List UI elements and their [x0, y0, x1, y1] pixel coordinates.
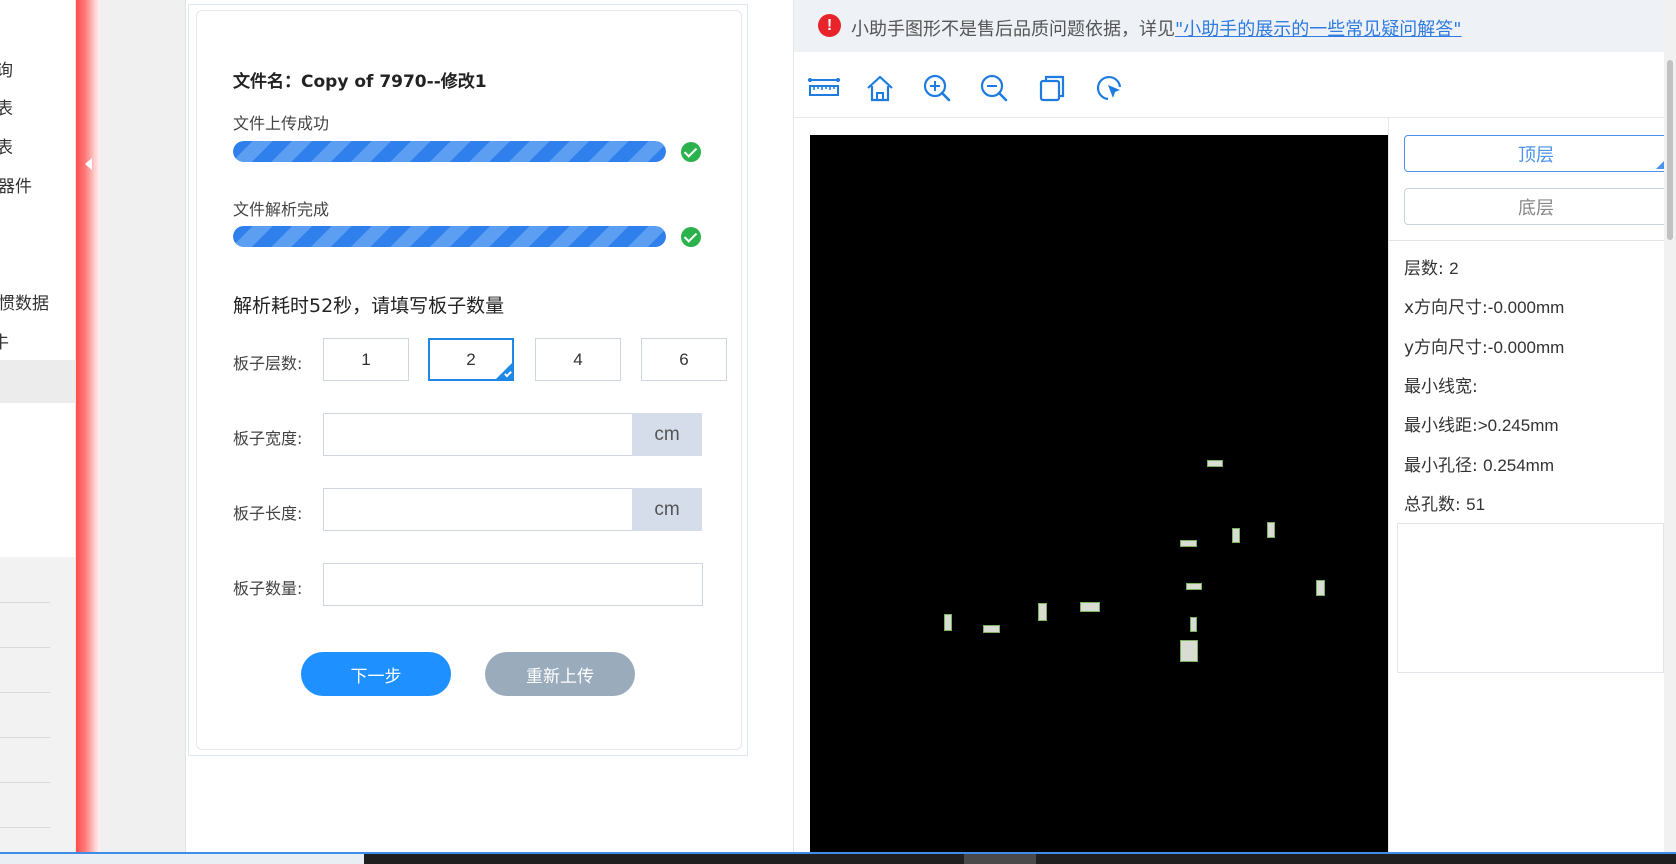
warning-icon: ! [818, 14, 841, 37]
sidebar-collapse-handle[interactable] [76, 0, 100, 854]
zoom-out-icon[interactable] [976, 70, 1012, 106]
width-unit: cm [632, 413, 702, 456]
board-pad [1180, 640, 1198, 662]
stat-value: -0.000mm [1487, 298, 1565, 317]
pointer-icon[interactable] [1091, 70, 1127, 106]
stat-x-size: x方向尺寸:-0.000mm [1404, 293, 1564, 318]
scrollbar-thumb[interactable] [1667, 60, 1673, 240]
stat-min-width: 最小线宽: [1404, 372, 1478, 397]
faq-link[interactable]: "小助手的展示的一些常见疑问解答" [1175, 19, 1462, 40]
board-pad [1190, 617, 1197, 632]
board-pad [983, 625, 1000, 633]
layer-option-2[interactable]: 2 [428, 338, 514, 381]
stat-label: 层数: [1404, 259, 1444, 279]
zoom-in-icon[interactable] [919, 70, 955, 106]
taskbar-left [0, 854, 364, 864]
notice-message: 小助手图形不是售后品质问题依据，详见 [851, 19, 1175, 40]
stat-min-spacing: 最小线距:>0.245mm [1404, 411, 1559, 436]
stat-label: 最小线宽: [1404, 377, 1478, 397]
divider [0, 737, 50, 738]
layer-option-1[interactable]: 1 [323, 338, 409, 381]
board-pad [944, 614, 952, 631]
quantity-input[interactable] [323, 563, 703, 606]
layer-option-6[interactable]: 6 [641, 338, 727, 381]
stat-value: 51 [1466, 495, 1486, 514]
notice-text: 小助手图形不是售后品质问题依据，详见"小助手的展示的一些常见疑问解答" [851, 15, 1462, 41]
reupload-button[interactable]: 重新上传 [485, 652, 635, 696]
divider [0, 827, 50, 828]
board-pad [1267, 522, 1275, 538]
board-pad [1316, 580, 1325, 596]
sidebar-item[interactable]: 表 [0, 94, 13, 119]
divider [0, 647, 50, 648]
board-pad [1038, 603, 1047, 621]
check-icon [504, 369, 512, 378]
stat-value: 2 [1449, 259, 1459, 278]
file-name: 文件名：Copy of 7970--修改1 [233, 72, 487, 92]
copy-icon[interactable] [1034, 70, 1070, 106]
layers-label: 板子层数: [233, 354, 303, 373]
board-pad [1207, 460, 1223, 467]
collapse-arrow-icon[interactable] [85, 158, 92, 170]
board-pad [1180, 540, 1197, 547]
upload-status: 文件上传成功 [233, 114, 330, 133]
length-input[interactable] [323, 488, 633, 531]
sidebar-item[interactable]: 器件 [0, 172, 32, 197]
parse-progress-fill [233, 226, 666, 247]
tab-top-layer[interactable]: 顶层 [1404, 135, 1668, 172]
stat-layers: 层数: 2 [1404, 254, 1459, 279]
sidebar-item[interactable]: 惯数据 [0, 289, 49, 314]
upload-progress-fill [233, 141, 666, 162]
layer-panel [1388, 118, 1664, 854]
length-unit: cm [632, 488, 702, 531]
divider [0, 602, 50, 603]
gutter [100, 0, 186, 854]
width-input[interactable] [323, 413, 633, 456]
divider [0, 782, 50, 783]
sidebar-item[interactable]: 询 [0, 56, 13, 81]
check-icon [681, 227, 701, 247]
stat-label: 最小孔径: [1404, 456, 1478, 476]
stat-value: >0.245mm [1477, 416, 1559, 435]
sidebar-item[interactable]: 表 [0, 133, 13, 158]
quantity-label: 板子数量: [233, 579, 303, 598]
stat-label: 总孔数: [1404, 495, 1461, 515]
parse-status: 文件解析完成 [233, 200, 330, 219]
stat-value: -0.000mm [1487, 338, 1565, 357]
sidebar-item-active[interactable] [0, 360, 75, 403]
divider [0, 692, 50, 693]
parse-progress-bar [233, 226, 666, 247]
stat-min-hole: 最小孔径: 0.254mm [1404, 451, 1554, 476]
stat-value: 0.254mm [1483, 456, 1555, 475]
board-canvas[interactable] [810, 135, 1388, 854]
taskbar-item[interactable] [964, 854, 1036, 864]
width-label: 板子宽度: [233, 429, 303, 448]
parse-prompt: 解析耗时52秒，请填写板子数量 [233, 295, 505, 317]
tab-bottom-layer[interactable]: 底层 [1404, 188, 1668, 225]
stat-label: x方向尺寸: [1404, 298, 1488, 318]
next-button[interactable]: 下一步 [301, 652, 451, 696]
layer-option-4[interactable]: 4 [535, 338, 621, 381]
divider [1388, 240, 1664, 241]
board-pad [1232, 528, 1240, 543]
stat-total-holes: 总孔数: 51 [1404, 490, 1485, 515]
sidebar: 询 表 表 器件 惯数据 牛 [0, 0, 76, 854]
stat-label: y方向尺寸: [1404, 338, 1488, 358]
check-icon [681, 142, 701, 162]
layer-option-label: 2 [466, 349, 476, 369]
ruler-icon[interactable] [806, 70, 842, 106]
detail-box [1397, 523, 1664, 673]
stat-y-size: y方向尺寸:-0.000mm [1404, 333, 1564, 358]
board-pad [1080, 602, 1100, 612]
sidebar-item[interactable]: 牛 [0, 328, 9, 353]
upload-progress-bar [233, 141, 666, 162]
length-label: 板子长度: [233, 504, 303, 523]
sidebar-lower [0, 557, 75, 854]
board-pad [1186, 583, 1202, 590]
stat-label: 最小线距: [1404, 416, 1478, 436]
home-icon[interactable] [862, 70, 898, 106]
